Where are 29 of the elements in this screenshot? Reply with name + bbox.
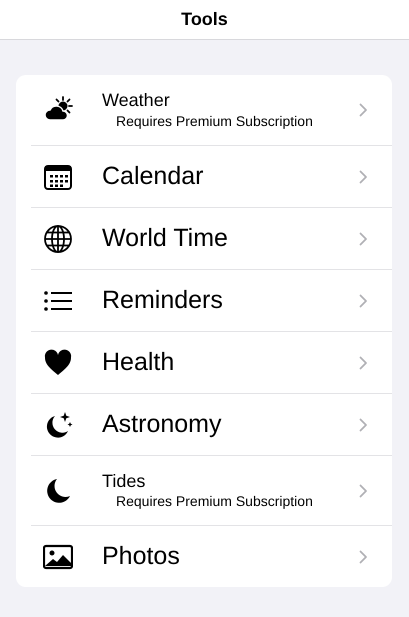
row-label: Astronomy	[102, 410, 222, 438]
row-label: Health	[102, 348, 176, 376]
list-row[interactable]: Reminders	[31, 269, 392, 331]
row-label: Photos	[102, 542, 181, 570]
row-subtitle: Requires Premium Subscription	[116, 492, 314, 510]
chevron-icon	[359, 484, 368, 498]
screen-title: Tools	[181, 8, 228, 31]
list-row[interactable]: Astronomy	[31, 393, 392, 455]
list-row[interactable]: Weather Requires Premium Subscription	[16, 75, 392, 145]
chevron-icon	[359, 418, 368, 432]
list-row[interactable]: Tides Requires Premium Subscription	[31, 455, 392, 525]
chevron-icon	[359, 294, 368, 308]
chevron-icon	[359, 356, 368, 370]
row-label: Reminders	[102, 286, 224, 314]
list-row[interactable]: World Time	[31, 207, 392, 269]
chevron-icon	[359, 550, 368, 564]
row-subtitle: Requires Premium Subscription	[116, 112, 314, 130]
list-row[interactable]: Health	[31, 331, 392, 393]
list-row[interactable]: Calendar	[31, 145, 392, 207]
row-label: Weather	[102, 90, 171, 112]
row-label: World Time	[102, 224, 229, 252]
chevron-icon	[359, 170, 368, 184]
chevron-icon	[359, 103, 368, 117]
chevron-icon	[359, 232, 368, 246]
heart-icon	[43, 348, 73, 378]
row-label: Calendar	[102, 162, 204, 190]
globe-icon	[43, 224, 73, 254]
row-label: Tides	[102, 470, 146, 492]
list-row[interactable]: Photos	[31, 525, 392, 587]
